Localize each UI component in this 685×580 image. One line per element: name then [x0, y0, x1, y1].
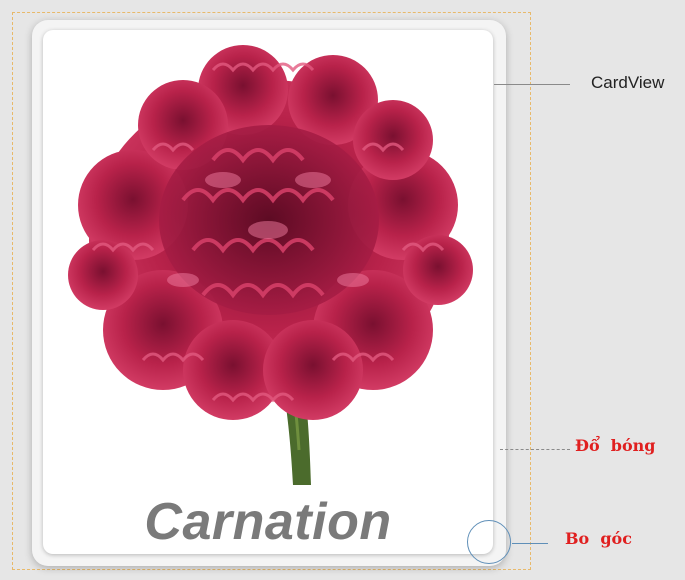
- shadow-label: Đổ bóng: [575, 436, 656, 455]
- card-caption: Carnation: [144, 493, 392, 551]
- rounded-corner-marker: [467, 520, 511, 564]
- cardview-leader-line: [494, 84, 570, 85]
- carnation-image: [68, 45, 473, 485]
- shadow-leader-line: [500, 449, 570, 450]
- corner-leader-line: [512, 543, 548, 544]
- cardview-label: CardView: [591, 73, 665, 92]
- corner-label: Bo góc: [565, 529, 632, 548]
- cardview: Carnation: [43, 30, 493, 554]
